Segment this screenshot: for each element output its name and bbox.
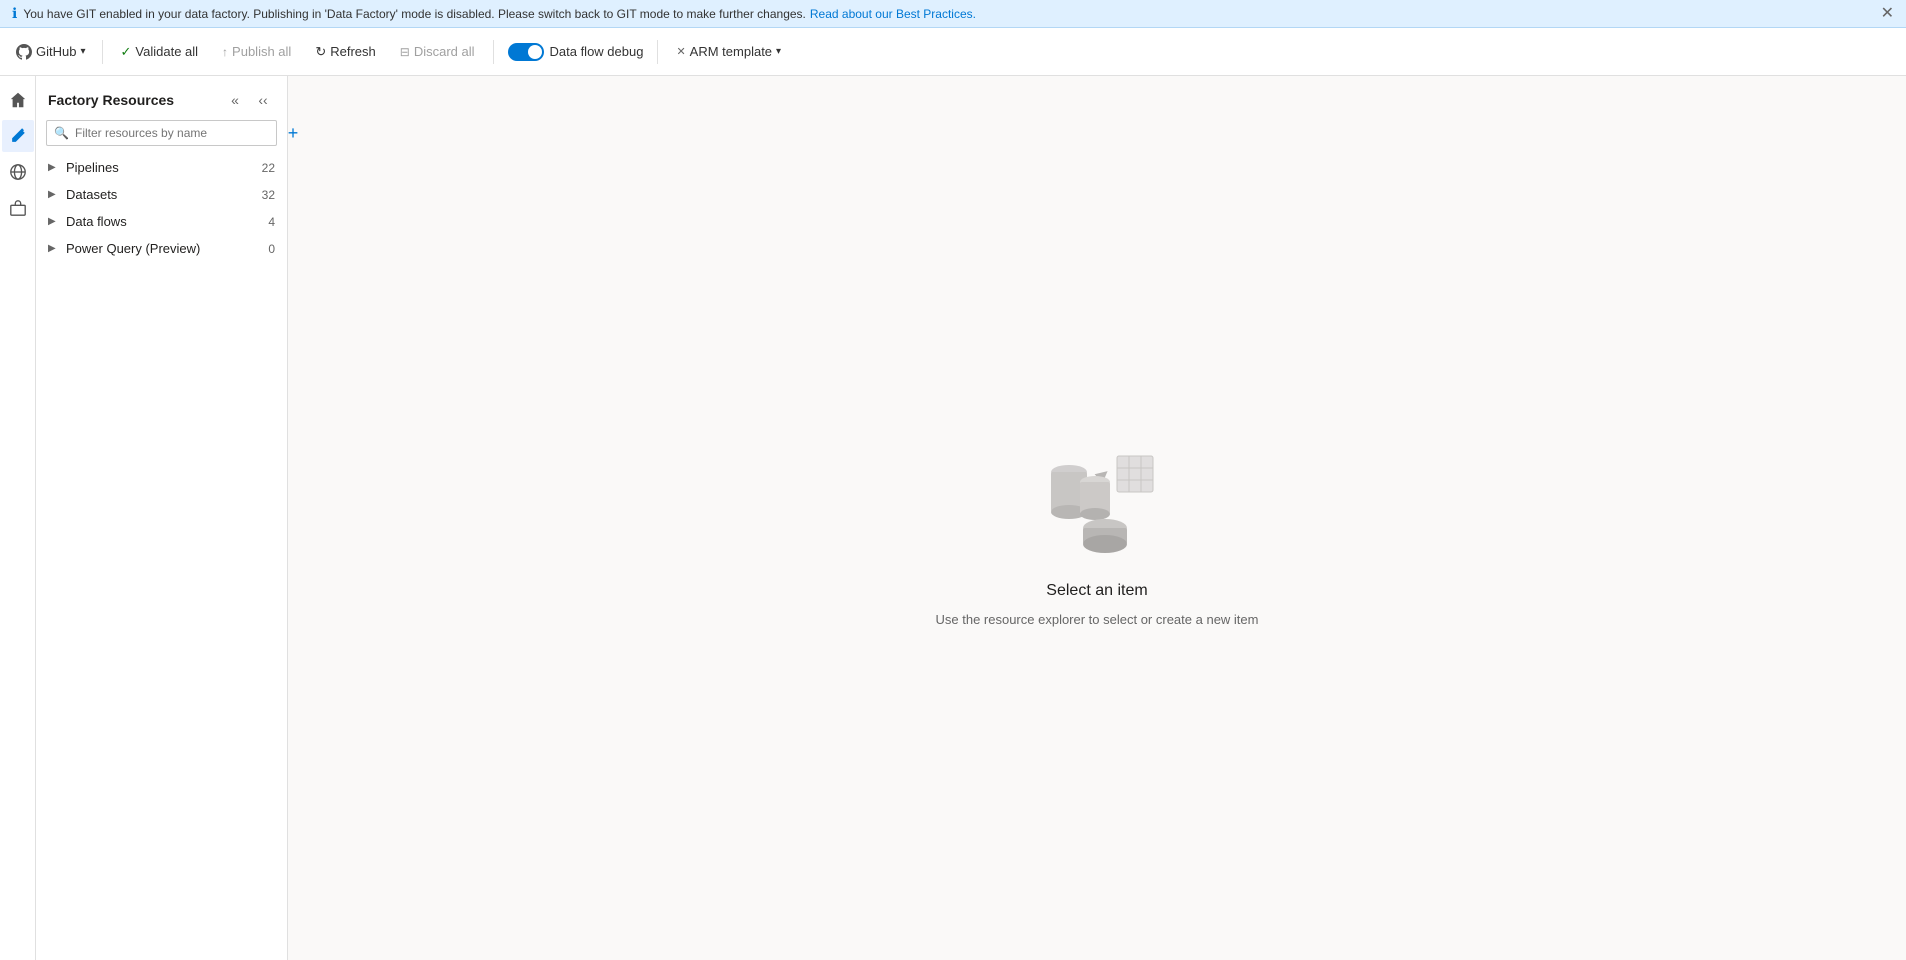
info-bar-close-button[interactable]: ✕ bbox=[1881, 6, 1894, 22]
sidebar-collapse-button[interactable]: « bbox=[223, 88, 247, 112]
nav-pencil-button[interactable] bbox=[2, 120, 34, 152]
main-content: Select an item Use the resource explorer… bbox=[288, 76, 1906, 960]
publish-label: Publish all bbox=[232, 44, 291, 59]
sidebar-header: Factory Resources « ‹‹ bbox=[36, 76, 287, 120]
search-icon: 🔍 bbox=[54, 126, 69, 140]
chevron-double-icon: « bbox=[231, 92, 239, 108]
discard-all-button[interactable]: ⊟ Discard all bbox=[390, 39, 485, 64]
empty-state-subtitle: Use the resource explorer to select or c… bbox=[936, 612, 1259, 627]
chevron-right-icon: ▶ bbox=[48, 243, 58, 254]
arm-close-icon: ✕ bbox=[676, 45, 685, 58]
info-bar: ℹ You have GIT enabled in your data fact… bbox=[0, 0, 1906, 28]
arm-template-label: ARM template bbox=[690, 44, 772, 59]
add-resource-button[interactable]: + bbox=[281, 121, 305, 145]
nav-home-button[interactable] bbox=[2, 84, 34, 116]
discard-label: Discard all bbox=[414, 44, 475, 59]
chevron-right-icon: ▶ bbox=[48, 189, 58, 200]
arm-template-button[interactable]: ✕ ARM template ▾ bbox=[666, 39, 791, 64]
resource-list: ▶ Pipelines 22 ▶ Datasets 32 ▶ Data flow… bbox=[36, 154, 287, 960]
toolbar-separator-1 bbox=[102, 40, 103, 64]
dataflow-debug-label: Data flow debug bbox=[550, 44, 644, 59]
sidebar-hide-button[interactable]: ‹‹ bbox=[251, 88, 275, 112]
refresh-icon: ↻ bbox=[315, 44, 326, 60]
datasets-count: 32 bbox=[262, 188, 275, 202]
dataflow-debug-toggle[interactable] bbox=[508, 43, 544, 61]
sidebar-title: Factory Resources bbox=[48, 92, 174, 108]
info-icon: ℹ bbox=[12, 5, 17, 22]
refresh-label: Refresh bbox=[330, 44, 376, 59]
validate-label: Validate all bbox=[135, 44, 198, 59]
empty-state-title: Select an item bbox=[1046, 582, 1147, 600]
globe-icon bbox=[9, 163, 27, 181]
chevron-right-icon: ▶ bbox=[48, 216, 58, 227]
toolbar: GitHub ▾ ✓ Validate all ↑ Publish all ↻ … bbox=[0, 28, 1906, 76]
github-label: GitHub bbox=[36, 44, 76, 59]
pencil-icon bbox=[9, 127, 27, 145]
github-button[interactable]: GitHub ▾ bbox=[8, 39, 94, 65]
sidebar-item-pipelines[interactable]: ▶ Pipelines 22 bbox=[36, 154, 287, 181]
info-message: You have GIT enabled in your data factor… bbox=[23, 7, 806, 21]
empty-state-illustration bbox=[1017, 410, 1177, 570]
sidebar-header-actions: « ‹‹ bbox=[223, 88, 275, 112]
publish-all-button[interactable]: ↑ Publish all bbox=[212, 39, 301, 64]
validate-icon: ✓ bbox=[121, 44, 132, 60]
toolbar-separator-2 bbox=[493, 40, 494, 64]
pipelines-label: Pipelines bbox=[66, 160, 262, 175]
dataflow-debug-toggle-container: Data flow debug bbox=[508, 43, 644, 61]
search-input[interactable] bbox=[46, 120, 277, 146]
dataflows-label: Data flows bbox=[66, 214, 268, 229]
powerquery-label: Power Query (Preview) bbox=[66, 241, 268, 256]
datasets-label: Datasets bbox=[66, 187, 262, 202]
github-icon bbox=[16, 44, 32, 60]
sidebar-item-powerquery[interactable]: ▶ Power Query (Preview) 0 bbox=[36, 235, 287, 262]
arm-chevron-icon: ▾ bbox=[776, 46, 781, 57]
left-nav bbox=[0, 76, 36, 960]
powerquery-count: 0 bbox=[268, 242, 275, 256]
sidebar-item-dataflows[interactable]: ▶ Data flows 4 bbox=[36, 208, 287, 235]
main-layout: Factory Resources « ‹‹ 🔍 + ▶ Pipelines 2… bbox=[0, 76, 1906, 960]
github-chevron-icon: ▾ bbox=[80, 46, 85, 57]
nav-globe-button[interactable] bbox=[2, 156, 34, 188]
chevron-right-icon: ▶ bbox=[48, 162, 58, 173]
toolbar-separator-3 bbox=[657, 40, 658, 64]
nav-briefcase-button[interactable] bbox=[2, 192, 34, 224]
search-container: 🔍 + bbox=[46, 120, 277, 146]
sidebar: Factory Resources « ‹‹ 🔍 + ▶ Pipelines 2… bbox=[36, 76, 288, 960]
pipelines-count: 22 bbox=[262, 161, 275, 175]
dataflows-count: 4 bbox=[268, 215, 275, 229]
sidebar-item-datasets[interactable]: ▶ Datasets 32 bbox=[36, 181, 287, 208]
discard-icon: ⊟ bbox=[400, 45, 410, 59]
validate-all-button[interactable]: ✓ Validate all bbox=[111, 39, 209, 65]
publish-icon: ↑ bbox=[222, 45, 228, 59]
briefcase-icon bbox=[9, 199, 27, 217]
empty-state: Select an item Use the resource explorer… bbox=[936, 410, 1259, 627]
info-link[interactable]: Read about our Best Practices. bbox=[810, 7, 976, 21]
refresh-button[interactable]: ↻ Refresh bbox=[305, 39, 385, 65]
hide-panel-icon: ‹‹ bbox=[258, 92, 267, 108]
home-icon bbox=[9, 91, 27, 109]
